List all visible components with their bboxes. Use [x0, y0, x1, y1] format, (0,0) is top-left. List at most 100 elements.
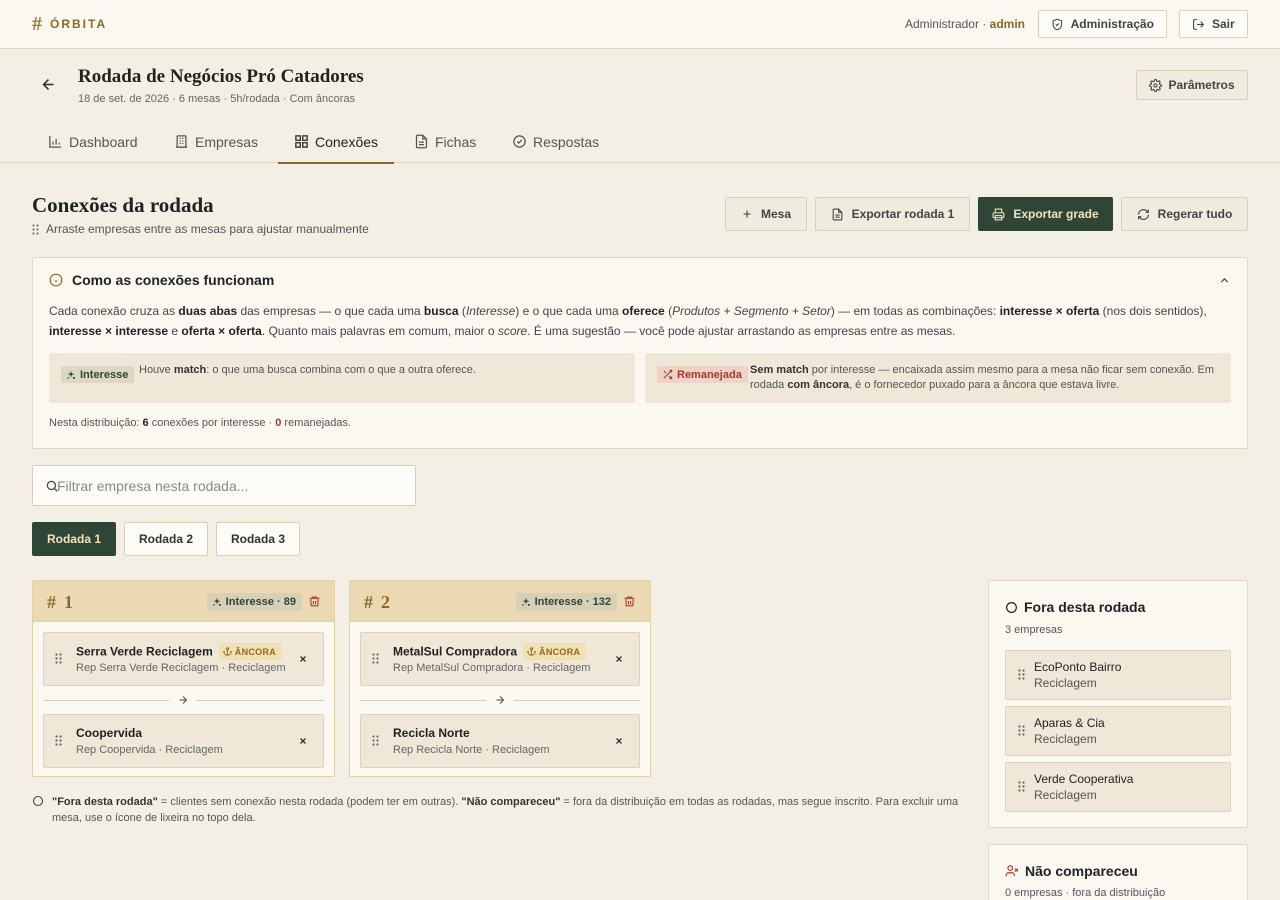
table-score-badge: Interesse · 132	[515, 593, 617, 611]
file-text-icon	[832, 208, 843, 220]
app-name: ÓRBITA	[50, 17, 108, 31]
delete-table-button[interactable]	[308, 595, 321, 608]
tab-dashboard[interactable]: Dashboard	[48, 120, 138, 163]
drag-handle-icon[interactable]	[55, 653, 62, 664]
info-description: Cada conexão cruza as duas abas das empr…	[49, 304, 1207, 338]
username: admin	[989, 17, 1025, 31]
connection-divider	[360, 694, 640, 706]
drag-handle-icon[interactable]	[1018, 781, 1025, 792]
logout-icon	[1193, 18, 1205, 30]
company-segment: Reciclagem	[1034, 788, 1097, 802]
trash-icon	[309, 596, 320, 607]
company-name: Verde Cooperativa	[1034, 772, 1134, 786]
params-button[interactable]: Parâmetros	[1136, 70, 1248, 100]
company-name: MetalSul Compradora	[393, 644, 518, 659]
arrow-right-icon	[179, 696, 188, 704]
search-input[interactable]	[33, 466, 415, 505]
unassigned-company-card[interactable]: Aparas & Cia Reciclagem	[1005, 706, 1231, 756]
back-button[interactable]	[40, 76, 57, 93]
arrow-left-icon	[42, 78, 54, 91]
circle-icon	[32, 795, 44, 807]
collapse-chevron-icon[interactable]	[1218, 274, 1231, 287]
connection-divider	[43, 694, 324, 706]
company-rep: Rep MetalSul Compradora · Reciclagem	[393, 662, 591, 674]
unassigned-company-card[interactable]: EcoPonto Bairro Reciclagem	[1005, 650, 1231, 700]
tab-conexoes[interactable]: Conexões	[277, 120, 395, 164]
info-panel-header[interactable]: Como as conexões funcionam	[49, 272, 274, 288]
outside-count: 3 empresas	[1005, 624, 1063, 636]
remove-company-icon[interactable]	[614, 654, 624, 664]
round-tab-1[interactable]: Rodada 1	[32, 522, 116, 556]
distribution-stats: Nesta distribuição: 6 conexões por inter…	[49, 417, 352, 429]
sparkle-icon	[521, 597, 530, 606]
section-subtitle: Arraste empresas entre as mesas para aju…	[32, 222, 369, 236]
unassigned-company-card[interactable]: Verde Cooperativa Reciclagem	[1005, 762, 1231, 812]
gear-icon	[1149, 78, 1163, 92]
plus-icon	[743, 210, 751, 218]
table-score-badge: Interesse · 89	[206, 593, 302, 611]
remove-company-icon[interactable]	[298, 654, 308, 664]
company-name: Coopervida	[76, 726, 143, 740]
company-card[interactable]: Recicla Norte Rep Recicla Norte · Recicl…	[360, 714, 640, 768]
remove-company-icon[interactable]	[614, 736, 624, 746]
main-tabs: Dashboard Empresas Conexões Fichas Respo…	[0, 120, 1280, 164]
export-grid-button[interactable]: Exportar grade	[978, 197, 1113, 231]
printer-icon	[992, 208, 1005, 220]
export-round-button[interactable]: Exportar rodada 1	[815, 197, 970, 231]
legend-relocated: Remanejada Sem match por interesse — enc…	[645, 353, 1231, 403]
company-name: Aparas & Cia	[1034, 716, 1105, 730]
table-number: #2	[364, 592, 390, 612]
table-number: #1	[47, 592, 73, 612]
arrow-right-icon	[496, 696, 505, 704]
shuffle-icon	[663, 369, 673, 380]
info-icon	[49, 273, 63, 287]
logo-hash-icon: #	[32, 13, 42, 35]
add-table-button[interactable]: Mesa	[725, 197, 807, 231]
company-name: Recicla Norte	[393, 726, 470, 740]
legend-note: "Fora desta rodada" = clientes sem conex…	[32, 794, 967, 826]
drag-handle-icon	[32, 223, 39, 235]
drag-handle-icon[interactable]	[372, 735, 379, 746]
anchor-company-card[interactable]: MetalSul Compradora ÂNCORA Rep MetalSul C…	[360, 632, 640, 686]
company-segment: Reciclagem	[1034, 732, 1097, 746]
building-icon	[175, 135, 188, 148]
anchor-badge: ÂNCORA	[218, 643, 283, 660]
anchor-icon	[527, 647, 536, 656]
grid-icon	[295, 135, 308, 148]
admin-button[interactable]: Administração	[1038, 10, 1167, 38]
table-header: #1 Interesse · 89	[33, 581, 334, 622]
trash-icon	[624, 596, 635, 607]
drag-handle-icon[interactable]	[372, 653, 379, 664]
tab-respostas[interactable]: Respostas	[512, 120, 599, 163]
anchor-icon	[223, 647, 232, 656]
company-card[interactable]: Coopervida Rep Coopervida · Reciclagem	[43, 714, 324, 768]
drag-handle-icon[interactable]	[1018, 725, 1025, 736]
drag-handle-icon[interactable]	[55, 735, 62, 746]
regenerate-button[interactable]: Regerar tudo	[1121, 197, 1248, 231]
drag-handle-icon[interactable]	[1018, 669, 1025, 680]
refresh-icon	[1137, 208, 1149, 220]
table-card: #1 Interesse · 89 Serra Verde Reciclagem…	[32, 580, 335, 777]
app-logo[interactable]: # ÓRBITA	[32, 13, 108, 35]
absent-panel: Não compareceu 0 empresas · fora da dist…	[988, 844, 1248, 900]
round-tab-2[interactable]: Rodada 2	[124, 522, 208, 556]
anchor-badge: ÂNCORA	[523, 643, 587, 660]
remove-company-icon[interactable]	[298, 736, 308, 746]
check-circle-icon	[513, 135, 526, 148]
section-title: Conexões da rodada	[32, 193, 214, 217]
company-name: Serra Verde Reciclagem	[76, 644, 213, 659]
relocated-badge: Remanejada	[657, 366, 748, 383]
tab-fichas[interactable]: Fichas	[414, 120, 476, 163]
user-x-icon	[1005, 865, 1019, 877]
search-box	[32, 465, 416, 506]
shield-icon	[1052, 18, 1063, 30]
delete-table-button[interactable]	[623, 595, 636, 608]
logout-button[interactable]: Sair	[1179, 10, 1248, 38]
panel-title: Fora desta rodada	[1024, 599, 1146, 615]
anchor-company-card[interactable]: Serra Verde Reciclagem ÂNCORA Rep Serra V…	[43, 632, 324, 686]
bar-chart-icon	[49, 135, 62, 148]
table-card: #2 Interesse · 132 MetalSul Compradora ÂN…	[349, 580, 651, 777]
tab-empresas[interactable]: Empresas	[174, 120, 258, 163]
sparkle-icon	[212, 597, 221, 606]
round-tab-3[interactable]: Rodada 3	[216, 522, 300, 556]
